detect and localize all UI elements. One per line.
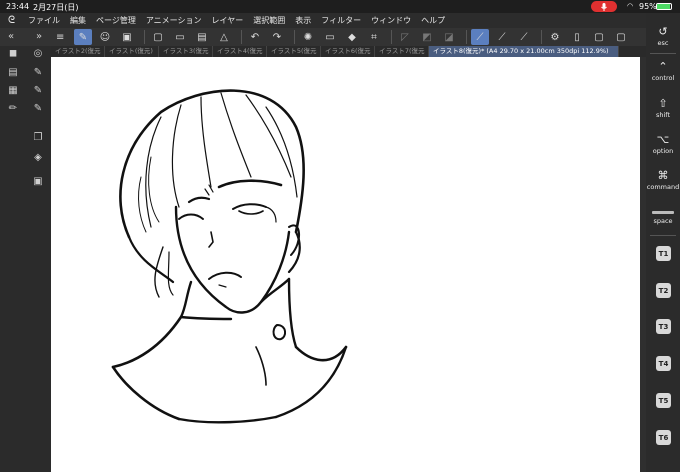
t4-key[interactable]: T4	[656, 356, 671, 371]
pencil-icon[interactable]: ✎	[31, 101, 45, 115]
menu-help[interactable]: ヘルプ	[421, 15, 445, 26]
selection-invert-icon[interactable]: ◩	[418, 29, 436, 45]
line-art-drawing	[111, 89, 348, 424]
separator	[294, 30, 295, 44]
t3-key[interactable]: T3	[656, 319, 671, 334]
menu-bar: ᘓ ファイル 編集 ページ管理 アニメーション レイヤー 選択範囲 表示 フィル…	[0, 13, 680, 28]
menu-layer[interactable]: レイヤー	[212, 15, 244, 26]
menu-file[interactable]: ファイル	[28, 15, 60, 26]
tab-document-active[interactable]: イラスト8(復元)* (A4 29.70 x 21.00cm 350dpi 11…	[429, 46, 619, 57]
pen-pressure-icon[interactable]: ✎	[31, 83, 45, 97]
wifi-icon: ◠	[627, 2, 634, 10]
divider	[650, 235, 676, 236]
document-tabs: イラスト2(復元 イラスト(復元) イラスト3(復元 イラスト4(復元 イラスト…	[51, 46, 646, 57]
status-time: 23:44	[6, 2, 30, 11]
tab-document[interactable]: イラスト2(復元	[51, 46, 105, 57]
t5-key[interactable]: T5	[656, 393, 671, 408]
tab-document[interactable]: イラスト7(復元	[375, 46, 429, 57]
collapse-left-icon[interactable]: «	[4, 29, 18, 43]
fill-icon[interactable]: ◆	[343, 29, 361, 45]
caret-up-icon: ⌃	[658, 60, 668, 73]
brush-size-icon[interactable]: ✎	[31, 65, 45, 79]
separator	[241, 30, 242, 44]
tab-document[interactable]: イラスト5(復元	[267, 46, 321, 57]
open-folder-icon[interactable]: ▭	[171, 29, 189, 45]
menu-edit[interactable]: 編集	[70, 15, 86, 26]
menu-selection[interactable]: 選択範囲	[253, 15, 285, 26]
edge-keyboard: ↺ esc ⌃ control ⇧ shift ⌥ option ⌘ comma…	[646, 13, 680, 472]
save-icon[interactable]: ▤	[193, 29, 211, 45]
shift-key[interactable]: ⇧ shift	[646, 97, 680, 119]
space-bar-icon	[652, 211, 674, 214]
pen-icon[interactable]: ✏	[6, 101, 20, 115]
snap-curve-icon[interactable]: ⟋	[493, 29, 511, 45]
separator	[541, 30, 542, 44]
tab-document[interactable]: イラスト(復元)	[105, 46, 159, 57]
separator	[466, 30, 467, 44]
mic-indicator	[591, 1, 617, 12]
control-key[interactable]: ⌃ control	[646, 60, 680, 82]
export-icon[interactable]: △	[215, 29, 233, 45]
crop-icon[interactable]: ⌗	[365, 29, 383, 45]
navigator-icon[interactable]: ◎	[31, 46, 45, 60]
layer-stack-icon[interactable]: ❐	[31, 130, 45, 144]
space-key[interactable]: space	[646, 211, 680, 225]
material-icon[interactable]: ▣	[31, 174, 45, 188]
canvas-area[interactable]	[51, 57, 646, 472]
snap-line-icon[interactable]: ⟋	[471, 29, 489, 45]
status-date: 2月27日(日)	[33, 3, 79, 12]
tab-document[interactable]: イラスト6(復元	[321, 46, 375, 57]
command-key[interactable]: ⌘ command	[646, 169, 680, 191]
option-icon: ⌥	[656, 133, 670, 146]
layer-property-icon[interactable]: ▦	[6, 83, 20, 97]
loading-icon[interactable]: ✺	[299, 29, 317, 45]
canvas-paper[interactable]	[51, 57, 640, 472]
layers-icon[interactable]: ◈	[31, 150, 45, 164]
gallery-icon[interactable]: ▣	[118, 29, 136, 45]
app-logo-icon[interactable]: ᘓ	[0, 15, 28, 26]
command-bar: ≡ ✎ ☺ ▣ ▢ ▭ ▤ △ ↶ ↷ ✺ ▭ ◆ ⌗ ◸ ◩ ◪ ⟋ ⟋ ⟋ …	[0, 28, 680, 46]
status-bar: 23:44 2月27日(日) ◠ 95%	[0, 0, 680, 13]
menu-view[interactable]: 表示	[295, 15, 311, 26]
clear-icon[interactable]: ▭	[321, 29, 339, 45]
option-key[interactable]: ⌥ option	[646, 133, 680, 155]
left-tool-palette: « » ◼ ◎ ▤ ✎ ▦ ✎ ✏ ✎ ❐ ◈ ▣	[0, 31, 51, 472]
t2-key[interactable]: T2	[656, 283, 671, 298]
redo-icon[interactable]: ↷	[268, 29, 286, 45]
undo-arrow-icon: ↺	[658, 25, 668, 38]
t6-key[interactable]: T6	[656, 430, 671, 445]
microphone-icon	[601, 2, 607, 11]
menu-icon[interactable]: ≡	[56, 29, 64, 45]
collapse-right-icon[interactable]: »	[32, 29, 46, 43]
sub-tool-icon[interactable]: ◼	[6, 46, 20, 60]
tab-document[interactable]: イラスト3(復元	[159, 46, 213, 57]
pen-tool-icon[interactable]: ✎	[74, 29, 92, 45]
esc-key[interactable]: ↺ esc	[646, 25, 680, 47]
user-icon[interactable]: ☺	[96, 29, 114, 45]
selection-off-icon[interactable]: ◸	[396, 29, 414, 45]
command-icon: ⌘	[657, 169, 669, 182]
menu-filter[interactable]: フィルター	[321, 15, 361, 26]
menu-window[interactable]: ウィンドウ	[371, 15, 411, 26]
separator	[391, 30, 392, 44]
undo-icon[interactable]: ↶	[246, 29, 264, 45]
t1-key[interactable]: T1	[656, 246, 671, 261]
settings-icon[interactable]: ⚙	[546, 29, 564, 45]
separator	[144, 30, 145, 44]
ruler-icon[interactable]: ⟋	[515, 29, 533, 45]
selection-expand-icon[interactable]: ◪	[440, 29, 458, 45]
menu-animation[interactable]: アニメーション	[146, 15, 202, 26]
menu-page[interactable]: ページ管理	[96, 15, 136, 26]
share-icon[interactable]: ▢	[612, 29, 630, 45]
tab-document[interactable]: イラスト4(復元	[213, 46, 267, 57]
camera-icon[interactable]: ▢	[590, 29, 608, 45]
divider	[650, 53, 676, 54]
shift-icon: ⇧	[658, 97, 668, 110]
device-icon[interactable]: ▯	[568, 29, 586, 45]
tool-property-icon[interactable]: ▤	[6, 65, 20, 79]
battery-percent: 95%	[639, 2, 657, 11]
battery-icon	[656, 3, 672, 10]
new-file-icon[interactable]: ▢	[149, 29, 167, 45]
